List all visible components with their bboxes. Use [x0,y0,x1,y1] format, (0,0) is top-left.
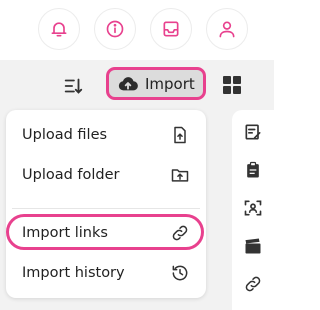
import-menu: Upload files Upload folder Import links … [6,110,206,298]
menu-item-upload-files[interactable]: Upload files [6,116,206,154]
face-scan-icon[interactable] [243,198,263,218]
clapperboard-icon[interactable] [243,236,263,256]
menu-item-upload-folder[interactable]: Upload folder [6,156,206,194]
menu-item-label: Import links [22,225,108,241]
top-bar [0,0,274,60]
notifications-button[interactable] [38,8,80,50]
user-icon [219,21,235,38]
grid-view-icon [223,76,241,94]
history-icon [172,265,188,281]
menu-item-label: Upload folder [22,167,120,183]
menu-item-label: Import history [22,265,125,281]
inbox-icon [163,21,179,37]
menu-item-label: Upload files [22,127,108,143]
upload-folder-icon [171,169,189,182]
edit-note-icon[interactable] [243,122,263,142]
profile-button[interactable] [206,8,248,50]
sort-button[interactable] [60,73,86,99]
grid-view-button[interactable] [221,74,243,96]
import-button-label: Import [145,74,195,93]
cloud-upload-icon [118,76,138,90]
import-button[interactable]: Import [106,67,206,100]
inbox-button[interactable] [150,8,192,50]
side-rail [232,110,274,310]
bell-icon [51,22,67,37]
upload-file-icon [174,126,186,144]
link-icon [172,225,188,241]
info-icon [106,20,124,38]
menu-item-import-links[interactable]: Import links [6,214,206,252]
sort-icon [64,78,83,94]
link-icon[interactable] [243,274,263,294]
menu-item-import-history[interactable]: Import history [6,254,206,292]
menu-divider [12,208,200,209]
info-button[interactable] [94,8,136,50]
clipboard-icon[interactable] [243,160,263,180]
